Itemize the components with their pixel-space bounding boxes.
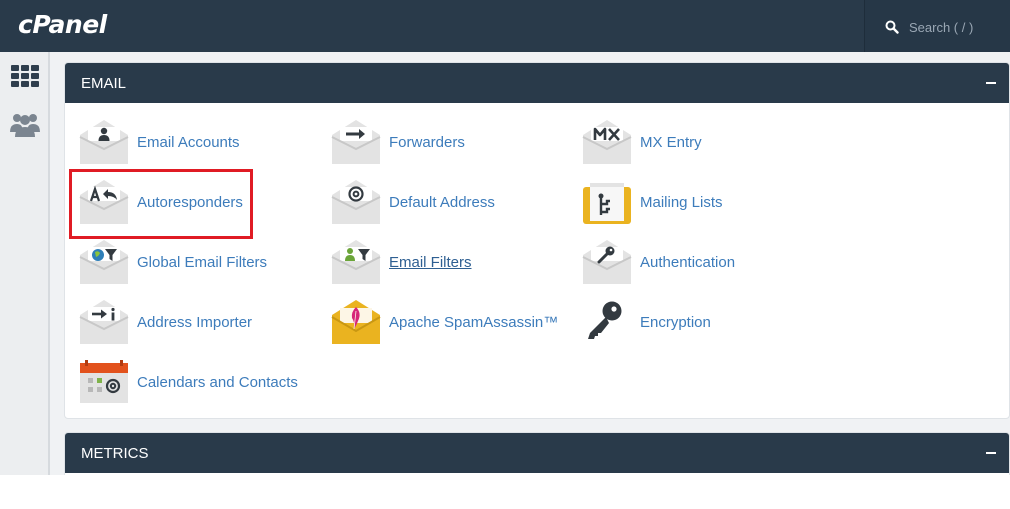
encryption-label: Encryption — [640, 314, 711, 331]
email-accounts-label: Email Accounts — [137, 134, 240, 151]
global-email-filters-label: Global Email Filters — [137, 254, 268, 271]
authentication-label: Authentication — [640, 254, 736, 271]
address-importer-icon — [79, 300, 129, 344]
encryption-key-icon — [588, 301, 622, 339]
authentication-icon — [582, 240, 632, 284]
cpanel-logo[interactable]: cPanel — [18, 10, 107, 39]
mailing-lists-icon — [583, 183, 631, 224]
address-importer-label: Address Importer — [137, 314, 253, 331]
metrics-section-header[interactable]: METRICS — [65, 433, 1009, 473]
metrics-section-title: METRICS — [81, 445, 149, 462]
users-icon[interactable] — [9, 108, 41, 140]
viewport: cPanel Search (/) EMAIL Email Accounts… — [0, 0, 1010, 475]
calendars-contacts-label: Calendars and Contacts — [137, 374, 298, 391]
email-section-title: EMAIL — [81, 75, 127, 92]
top-bar: cPanel — [0, 0, 1010, 52]
global-email-filters-icon — [79, 240, 129, 284]
default-address-label: Default Address — [389, 194, 495, 211]
left-sidebar — [0, 52, 50, 475]
autoresponders-label: Autoresponders — [137, 194, 243, 211]
mailing-lists-label: Mailing Lists — [640, 194, 723, 211]
spamassassin-icon — [331, 300, 381, 344]
mx-entry-label: MX Entry — [640, 134, 702, 151]
search-box[interactable] — [864, 0, 1010, 52]
spamassassin-label: Apache SpamAssassin™ — [389, 314, 559, 331]
email-filters-icon — [331, 240, 381, 284]
metrics-section: METRICS — [64, 432, 1010, 475]
email-filters-label: Email Filters — [389, 254, 472, 271]
search-icon — [885, 20, 899, 34]
forwarders-icon — [331, 120, 381, 164]
autoresponders-icon — [79, 180, 129, 224]
grid-icon[interactable] — [9, 60, 41, 92]
metrics-collapse-button[interactable] — [983, 445, 999, 461]
mx-entry-icon — [582, 120, 632, 164]
email-collapse-button[interactable] — [983, 75, 999, 91]
forwarders-label: Forwarders — [389, 134, 465, 151]
email-section-header[interactable]: EMAIL — [65, 63, 1009, 103]
email-section: EMAIL — [64, 62, 1010, 419]
default-address-icon — [331, 180, 381, 224]
email-accounts-icon — [79, 120, 129, 164]
search-input[interactable] — [909, 17, 1005, 37]
calendars-contacts-icon — [80, 360, 128, 403]
